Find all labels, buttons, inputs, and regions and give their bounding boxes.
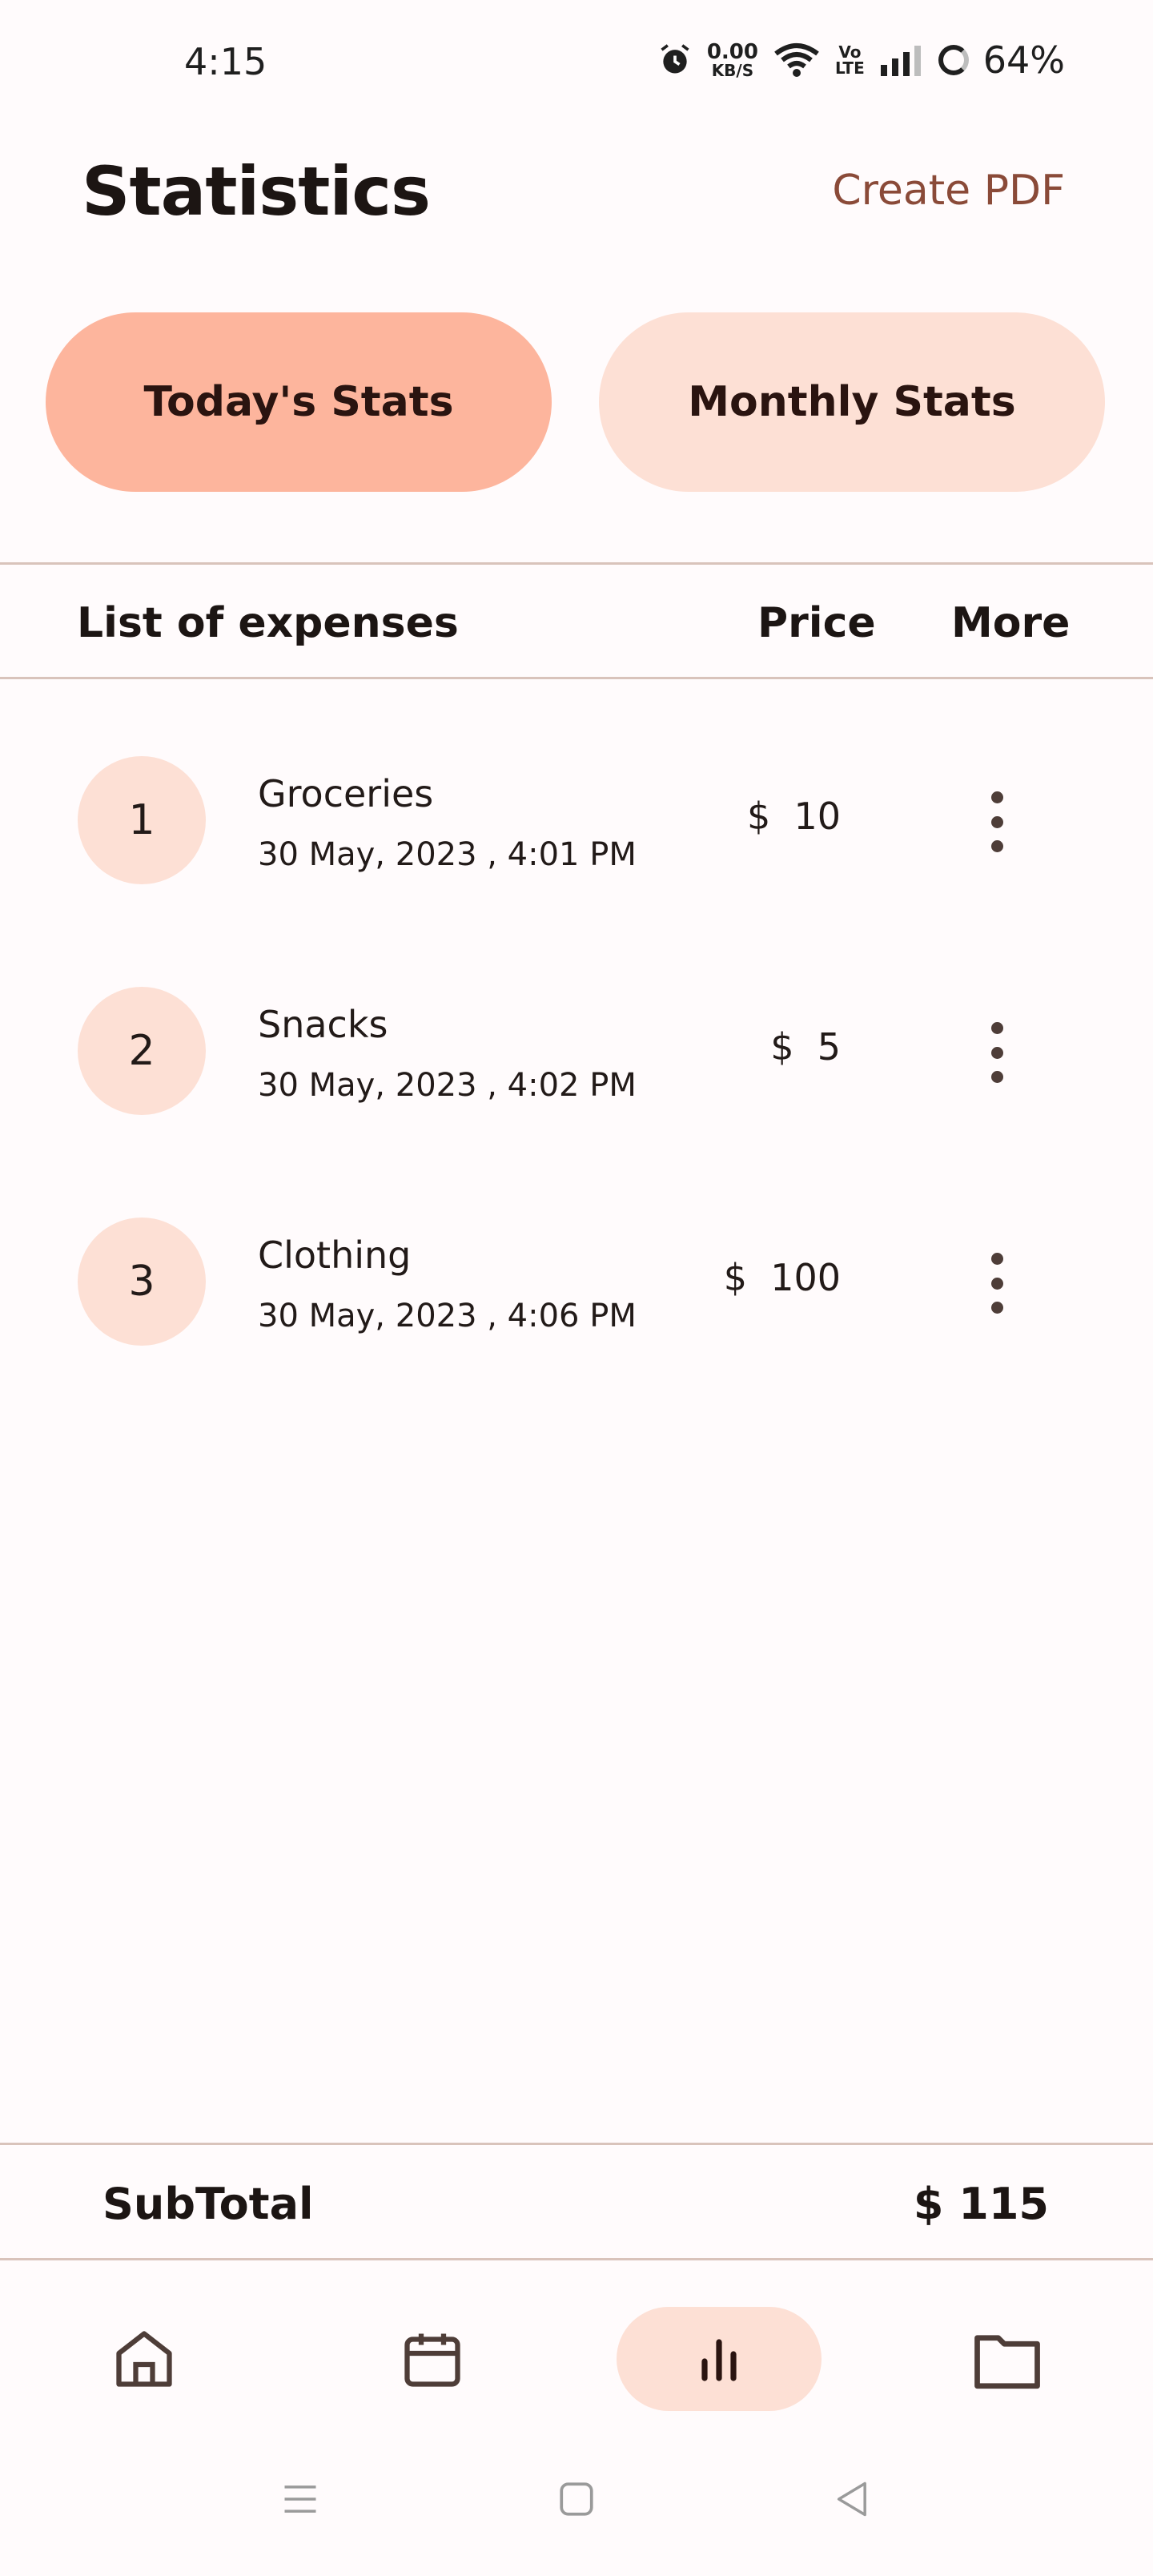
folder-icon xyxy=(974,2335,1040,2389)
row-index-badge: 1 xyxy=(78,756,206,884)
table-row[interactable]: 2 Snacks 30 May, 2023 , 4:02 PM $ 5 xyxy=(0,936,1153,1166)
status-icons: 0.00 KB/S Vo LTE 64% xyxy=(657,38,1065,82)
back-icon xyxy=(837,2481,866,2517)
expense-name: Groceries xyxy=(258,772,434,815)
expense-name: Clothing xyxy=(258,1234,412,1277)
home-square-icon xyxy=(560,2482,593,2516)
wifi-icon xyxy=(774,43,819,77)
divider xyxy=(0,2258,1153,2260)
volte-bottom: LTE xyxy=(835,58,865,78)
home-icon xyxy=(116,2331,172,2387)
menu-icon xyxy=(284,2485,316,2513)
row-index-badge: 2 xyxy=(78,987,206,1115)
subtotal-value: $ 115 xyxy=(913,2179,1049,2229)
net-speed-value: 0.00 xyxy=(706,40,758,64)
expense-date: 30 May, 2023 , 4:02 PM xyxy=(258,1067,637,1104)
more-options-icon[interactable] xyxy=(985,1022,1009,1083)
system-back-button[interactable] xyxy=(829,2475,877,2523)
nav-folder[interactable] xyxy=(905,2307,1110,2411)
divider xyxy=(0,2143,1153,2145)
battery-icon xyxy=(938,45,969,75)
row-index-badge: 3 xyxy=(78,1218,206,1346)
tab-todays-stats[interactable]: Today's Stats xyxy=(46,312,552,492)
subtotal-label: SubTotal xyxy=(102,2179,314,2229)
nav-home[interactable] xyxy=(42,2307,247,2411)
column-header-list: List of expenses xyxy=(77,599,459,647)
expense-price: $ 100 xyxy=(723,1256,841,1299)
expense-name: Snacks xyxy=(258,1003,388,1046)
divider xyxy=(0,562,1153,565)
system-home-button[interactable] xyxy=(552,2475,601,2523)
more-options-icon[interactable] xyxy=(985,791,1009,852)
nav-statistics[interactable] xyxy=(617,2307,822,2411)
table-row[interactable]: 3 Clothing 30 May, 2023 , 4:06 PM $ 100 xyxy=(0,1166,1153,1397)
bar-chart-icon xyxy=(701,2339,737,2381)
table-row[interactable]: 1 Groceries 30 May, 2023 , 4:01 PM $ 10 xyxy=(0,705,1153,936)
volte-icon: Vo LTE xyxy=(835,44,865,76)
calendar-icon xyxy=(404,2333,460,2387)
more-options-icon[interactable] xyxy=(985,1253,1009,1314)
battery-percent: 64% xyxy=(982,38,1065,82)
system-menu-button[interactable] xyxy=(276,2475,324,2523)
expense-price: $ 5 xyxy=(770,1025,841,1069)
signal-icon xyxy=(880,46,921,76)
volte-top: Vo xyxy=(838,42,862,62)
column-header-price: Price xyxy=(757,599,876,647)
page-title: Statistics xyxy=(82,152,431,231)
net-speed: 0.00 KB/S xyxy=(707,42,758,78)
expense-date: 30 May, 2023 , 4:01 PM xyxy=(258,836,637,873)
net-speed-unit: KB/S xyxy=(711,61,754,80)
nav-calendar[interactable] xyxy=(330,2307,535,2411)
tab-monthly-stats[interactable]: Monthly Stats xyxy=(599,312,1105,492)
expense-price: $ 10 xyxy=(746,795,841,838)
divider xyxy=(0,677,1153,679)
expense-date: 30 May, 2023 , 4:06 PM xyxy=(258,1298,637,1334)
create-pdf-button[interactable]: Create PDF xyxy=(832,167,1065,215)
alarm-icon xyxy=(661,44,689,74)
column-header-more: More xyxy=(951,599,1071,647)
status-time: 4:15 xyxy=(184,40,267,83)
